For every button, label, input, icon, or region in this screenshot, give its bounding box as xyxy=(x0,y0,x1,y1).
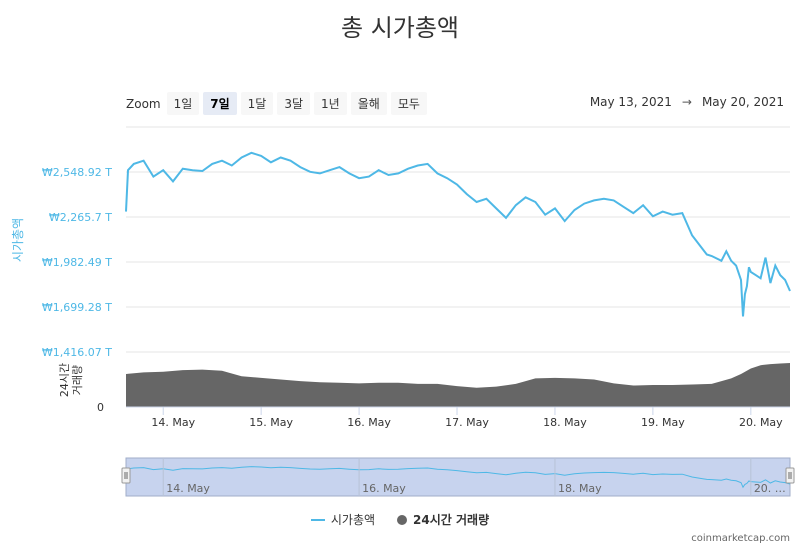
x-tick-label: 20. May xyxy=(739,416,783,429)
y-axis-label: 시가총액 xyxy=(11,218,25,262)
legend: 시가총액 24시간 거래량 xyxy=(0,511,800,528)
y-tick-label: ₩2,548.92 T xyxy=(42,166,112,179)
navigator-left-handle[interactable] xyxy=(121,467,131,484)
x-tick-label: 16. May xyxy=(347,416,391,429)
volume-zero-label: 0 xyxy=(97,401,104,414)
x-tick-label: 15. May xyxy=(249,416,293,429)
volume-axis-label: 24시간거래량 xyxy=(58,363,84,397)
market-cap-line xyxy=(125,151,791,317)
legend-volume-label: 24시간 거래량 xyxy=(413,513,490,527)
legend-market-cap-label: 시가총액 xyxy=(330,513,376,527)
legend-market-cap[interactable]: 시가총액 xyxy=(310,511,376,528)
volume-area xyxy=(126,363,790,407)
line-swatch-icon xyxy=(310,518,325,521)
market-cap-chart[interactable]: ₩2,548.92 T ₩2,265.7 T ₩1,982.49 T ₩1,699.2… xyxy=(0,0,800,550)
y-tick-label: ₩2,265.7 T xyxy=(49,211,112,224)
x-tick-label: 14. May xyxy=(151,416,195,429)
navigator-tick-label: 16. May xyxy=(362,482,406,495)
navigator-tick-label: 14. May xyxy=(166,482,210,495)
y-tick-label: ₩1,982.49 T xyxy=(42,256,112,269)
x-tick-label: 19. May xyxy=(641,416,685,429)
dot-swatch-icon xyxy=(397,514,408,525)
watermark: coinmarketcap.com xyxy=(691,533,790,544)
navigator-tick-label: 20. … xyxy=(754,482,786,495)
x-tick-label: 18. May xyxy=(543,416,587,429)
navigator-right-handle[interactable] xyxy=(785,467,795,484)
y-tick-label: ₩1,699.28 T xyxy=(42,301,112,314)
legend-volume[interactable]: 24시간 거래량 xyxy=(397,511,489,528)
x-tick-label: 17. May xyxy=(445,416,489,429)
navigator-tick-label: 18. May xyxy=(558,482,602,495)
y-tick-label: ₩1,416.07 T xyxy=(42,346,112,359)
